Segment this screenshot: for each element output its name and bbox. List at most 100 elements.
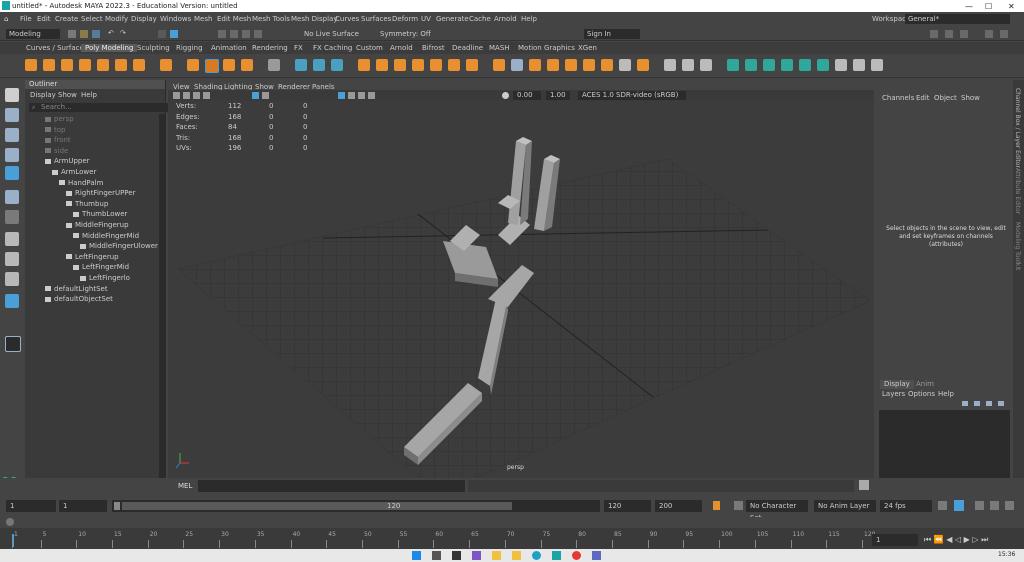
cached-playback-icon[interactable] bbox=[954, 500, 964, 511]
outliner-node[interactable]: RightFingerUPPer bbox=[66, 189, 135, 198]
lasso-tool-icon[interactable] bbox=[5, 108, 19, 122]
shelf-tab-fx[interactable]: FX bbox=[290, 44, 307, 52]
outliner-node[interactable]: Thumbup bbox=[66, 200, 108, 209]
new-layer-selected-icon[interactable] bbox=[998, 401, 1004, 406]
shelf-tab-animation[interactable]: Animation bbox=[207, 44, 251, 52]
time-slider[interactable]: 1 5 10 15 20 25 30 35 40 45 50 55 60 65 70 75 80 85 90 95 10… bbox=[0, 528, 1024, 549]
combine-icon[interactable] bbox=[268, 59, 280, 71]
close-button[interactable]: ✕ bbox=[1008, 2, 1015, 11]
current-frame-field[interactable]: 1 bbox=[872, 534, 918, 546]
svg-tool-icon[interactable] bbox=[241, 59, 253, 71]
maya-taskbar-icon[interactable] bbox=[552, 551, 561, 560]
smooth-icon[interactable] bbox=[313, 59, 325, 71]
outliner-node[interactable]: HandPalm bbox=[59, 179, 103, 188]
script-editor-icon[interactable] bbox=[859, 480, 869, 490]
snap-curve-icon[interactable] bbox=[230, 30, 238, 38]
textured-icon[interactable] bbox=[348, 92, 355, 99]
outliner-scrollbar[interactable] bbox=[159, 114, 165, 486]
menu-select[interactable]: Select bbox=[81, 15, 103, 23]
insert-edge-icon[interactable] bbox=[529, 59, 541, 71]
layer-menu-options[interactable]: Options bbox=[908, 390, 935, 398]
shadows-icon[interactable] bbox=[368, 92, 375, 99]
merge-icon[interactable] bbox=[583, 59, 595, 71]
poly-cube-icon[interactable] bbox=[43, 59, 55, 71]
ipr-render-icon[interactable] bbox=[945, 30, 953, 38]
layer-menu-help[interactable]: Help bbox=[938, 390, 954, 398]
sign-in-button[interactable]: Sign In bbox=[584, 29, 640, 39]
bookmark-icon[interactable] bbox=[193, 92, 200, 99]
cut-uv-icon[interactable] bbox=[682, 59, 694, 71]
mel-input[interactable] bbox=[198, 480, 465, 492]
shelf-tab-bifrost[interactable]: Bifrost bbox=[418, 44, 449, 52]
render-settings-icon[interactable] bbox=[960, 30, 968, 38]
minimize-button[interactable]: — bbox=[965, 2, 973, 11]
file-explorer-icon[interactable] bbox=[492, 551, 501, 560]
step-back-frame-icon[interactable]: ◀ bbox=[946, 535, 952, 544]
menu-display[interactable]: Display bbox=[131, 15, 157, 23]
menu-curves[interactable]: Curves bbox=[335, 15, 359, 23]
close-shelf-icon[interactable] bbox=[871, 59, 883, 71]
tab-attribute-editor[interactable]: Attribute Editor bbox=[1014, 168, 1021, 214]
mode-select[interactable]: Modeling bbox=[6, 29, 60, 39]
offset-edge-icon[interactable] bbox=[547, 59, 559, 71]
poly-disc-icon[interactable] bbox=[133, 59, 145, 71]
range-slider-start-handle[interactable] bbox=[114, 502, 120, 510]
maximize-button[interactable]: ☐ bbox=[985, 2, 992, 11]
mirror-icon[interactable] bbox=[358, 59, 370, 71]
menu-mesh-tools[interactable]: Mesh Tools bbox=[252, 15, 290, 23]
render-icon[interactable] bbox=[930, 30, 938, 38]
step-forward-frame-icon[interactable]: ▷ bbox=[972, 535, 978, 544]
shelf-tab-motion-graphics[interactable]: Motion Graphics bbox=[514, 44, 579, 52]
channelbox-menu-channels[interactable]: Channels bbox=[882, 94, 914, 102]
range-slider[interactable]: 1 120 bbox=[112, 500, 600, 512]
toggle-channelbox-icon[interactable] bbox=[985, 30, 993, 38]
outliner-node[interactable]: ThumbLower bbox=[73, 210, 127, 219]
poly-svg-icon[interactable] bbox=[205, 59, 219, 73]
home-icon[interactable]: ⌂ bbox=[4, 15, 8, 23]
outliner-node[interactable]: defaultLightSet bbox=[45, 285, 108, 294]
menu-help[interactable]: Help bbox=[521, 15, 537, 23]
last-tool-icon[interactable] bbox=[5, 210, 19, 224]
separate-icon[interactable] bbox=[295, 59, 307, 71]
edge-loop-icon[interactable] bbox=[511, 59, 523, 71]
menu-deform[interactable]: Deform bbox=[392, 15, 418, 23]
collapse-icon[interactable] bbox=[601, 59, 613, 71]
channelbox-menu-object[interactable]: Object bbox=[934, 94, 957, 102]
outliner-menu-display[interactable]: Display bbox=[30, 91, 56, 99]
extrude-icon[interactable] bbox=[394, 59, 406, 71]
shelf-tab-rendering[interactable]: Rendering bbox=[248, 44, 292, 52]
move-layer-up-icon[interactable] bbox=[962, 401, 968, 406]
character-set-select[interactable]: No Character Set bbox=[746, 500, 808, 522]
step-back-key-icon[interactable]: ⏪ bbox=[934, 535, 944, 544]
outliner-search-input[interactable]: Search... bbox=[29, 103, 171, 112]
poly-torus-icon[interactable] bbox=[97, 59, 109, 71]
play-forward-icon[interactable]: ▶ bbox=[964, 535, 970, 544]
channelbox-menu-edit[interactable]: Edit bbox=[916, 94, 930, 102]
menu-arnold[interactable]: Arnold bbox=[494, 15, 517, 23]
outliner-layout-icon[interactable] bbox=[5, 294, 19, 308]
outliner-node[interactable]: front bbox=[45, 136, 71, 145]
shelf-tab-poly-modeling[interactable]: Poly Modeling bbox=[81, 44, 138, 52]
shelf-tab-fx-caching[interactable]: FX Caching bbox=[309, 44, 356, 52]
outliner-node[interactable]: MiddleFingerMid bbox=[73, 232, 139, 241]
layer-tab-anim[interactable]: Anim bbox=[916, 380, 934, 389]
animation-start-field[interactable]: 1 bbox=[6, 500, 56, 512]
snap-view-icon[interactable] bbox=[254, 30, 262, 38]
layer-tab-display[interactable]: Display bbox=[880, 380, 914, 389]
loop-icon[interactable] bbox=[938, 501, 947, 510]
smooth-shade-icon[interactable] bbox=[338, 92, 345, 99]
save-scene-icon[interactable] bbox=[92, 30, 100, 38]
flip-icon[interactable] bbox=[853, 59, 865, 71]
toggle-attribute-editor-icon[interactable] bbox=[1000, 30, 1008, 38]
outliner-menu-show[interactable]: Show bbox=[58, 91, 77, 99]
outliner-node[interactable]: LeftFingerup bbox=[66, 253, 119, 262]
tab-modeling-toolkit[interactable]: Modeling Toolkit bbox=[1014, 222, 1021, 270]
character-set-icon[interactable] bbox=[734, 501, 743, 510]
menu-windows[interactable]: Windows bbox=[160, 15, 191, 23]
poly-cone-icon[interactable] bbox=[79, 59, 91, 71]
boolean-icon[interactable] bbox=[376, 59, 388, 71]
sew-uv-icon[interactable] bbox=[700, 59, 712, 71]
shelf-tab-arnold[interactable]: Arnold bbox=[386, 44, 417, 52]
two-pane-layout-icon[interactable] bbox=[5, 272, 19, 286]
mel-label[interactable]: MEL bbox=[178, 482, 192, 490]
